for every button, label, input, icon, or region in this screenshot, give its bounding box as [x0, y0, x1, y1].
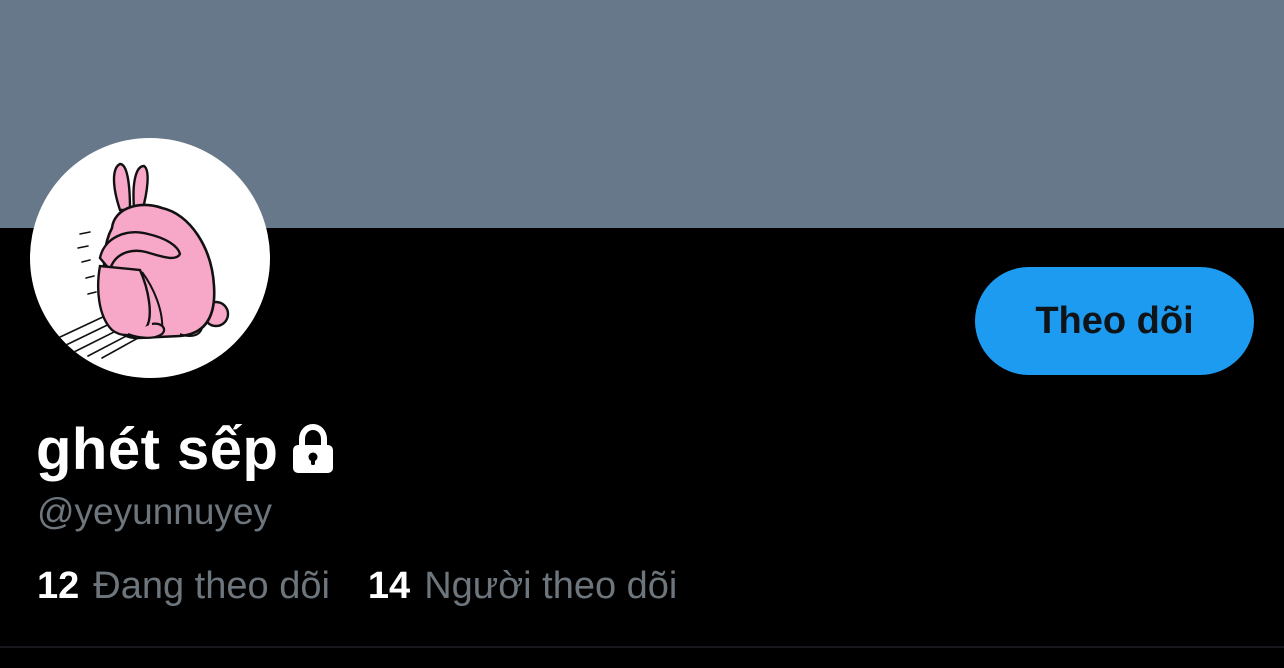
follow-stats: 12 Đang theo dõi 14 Người theo dõi — [37, 562, 677, 610]
section-divider — [0, 646, 1284, 648]
following-count: 12 — [37, 565, 80, 607]
following-stat[interactable]: 12 Đang theo dõi — [37, 562, 330, 610]
profile-handle: @yeyunnuyey — [37, 491, 273, 532]
profile-name-row: ghét sếp — [36, 412, 337, 488]
pink-rabbit-avatar-icon — [57, 162, 230, 359]
avatar[interactable] — [30, 138, 270, 378]
following-label: Đang theo dõi — [93, 565, 330, 607]
followers-count: 14 — [367, 565, 411, 607]
followers-label: Người theo dõi — [424, 565, 678, 607]
display-name: ghét sếp — [36, 417, 279, 482]
followers-stat[interactable]: 14 Người theo dõi — [368, 562, 677, 610]
follow-button[interactable]: Theo dõi — [975, 267, 1254, 375]
lock-icon — [289, 423, 337, 476]
